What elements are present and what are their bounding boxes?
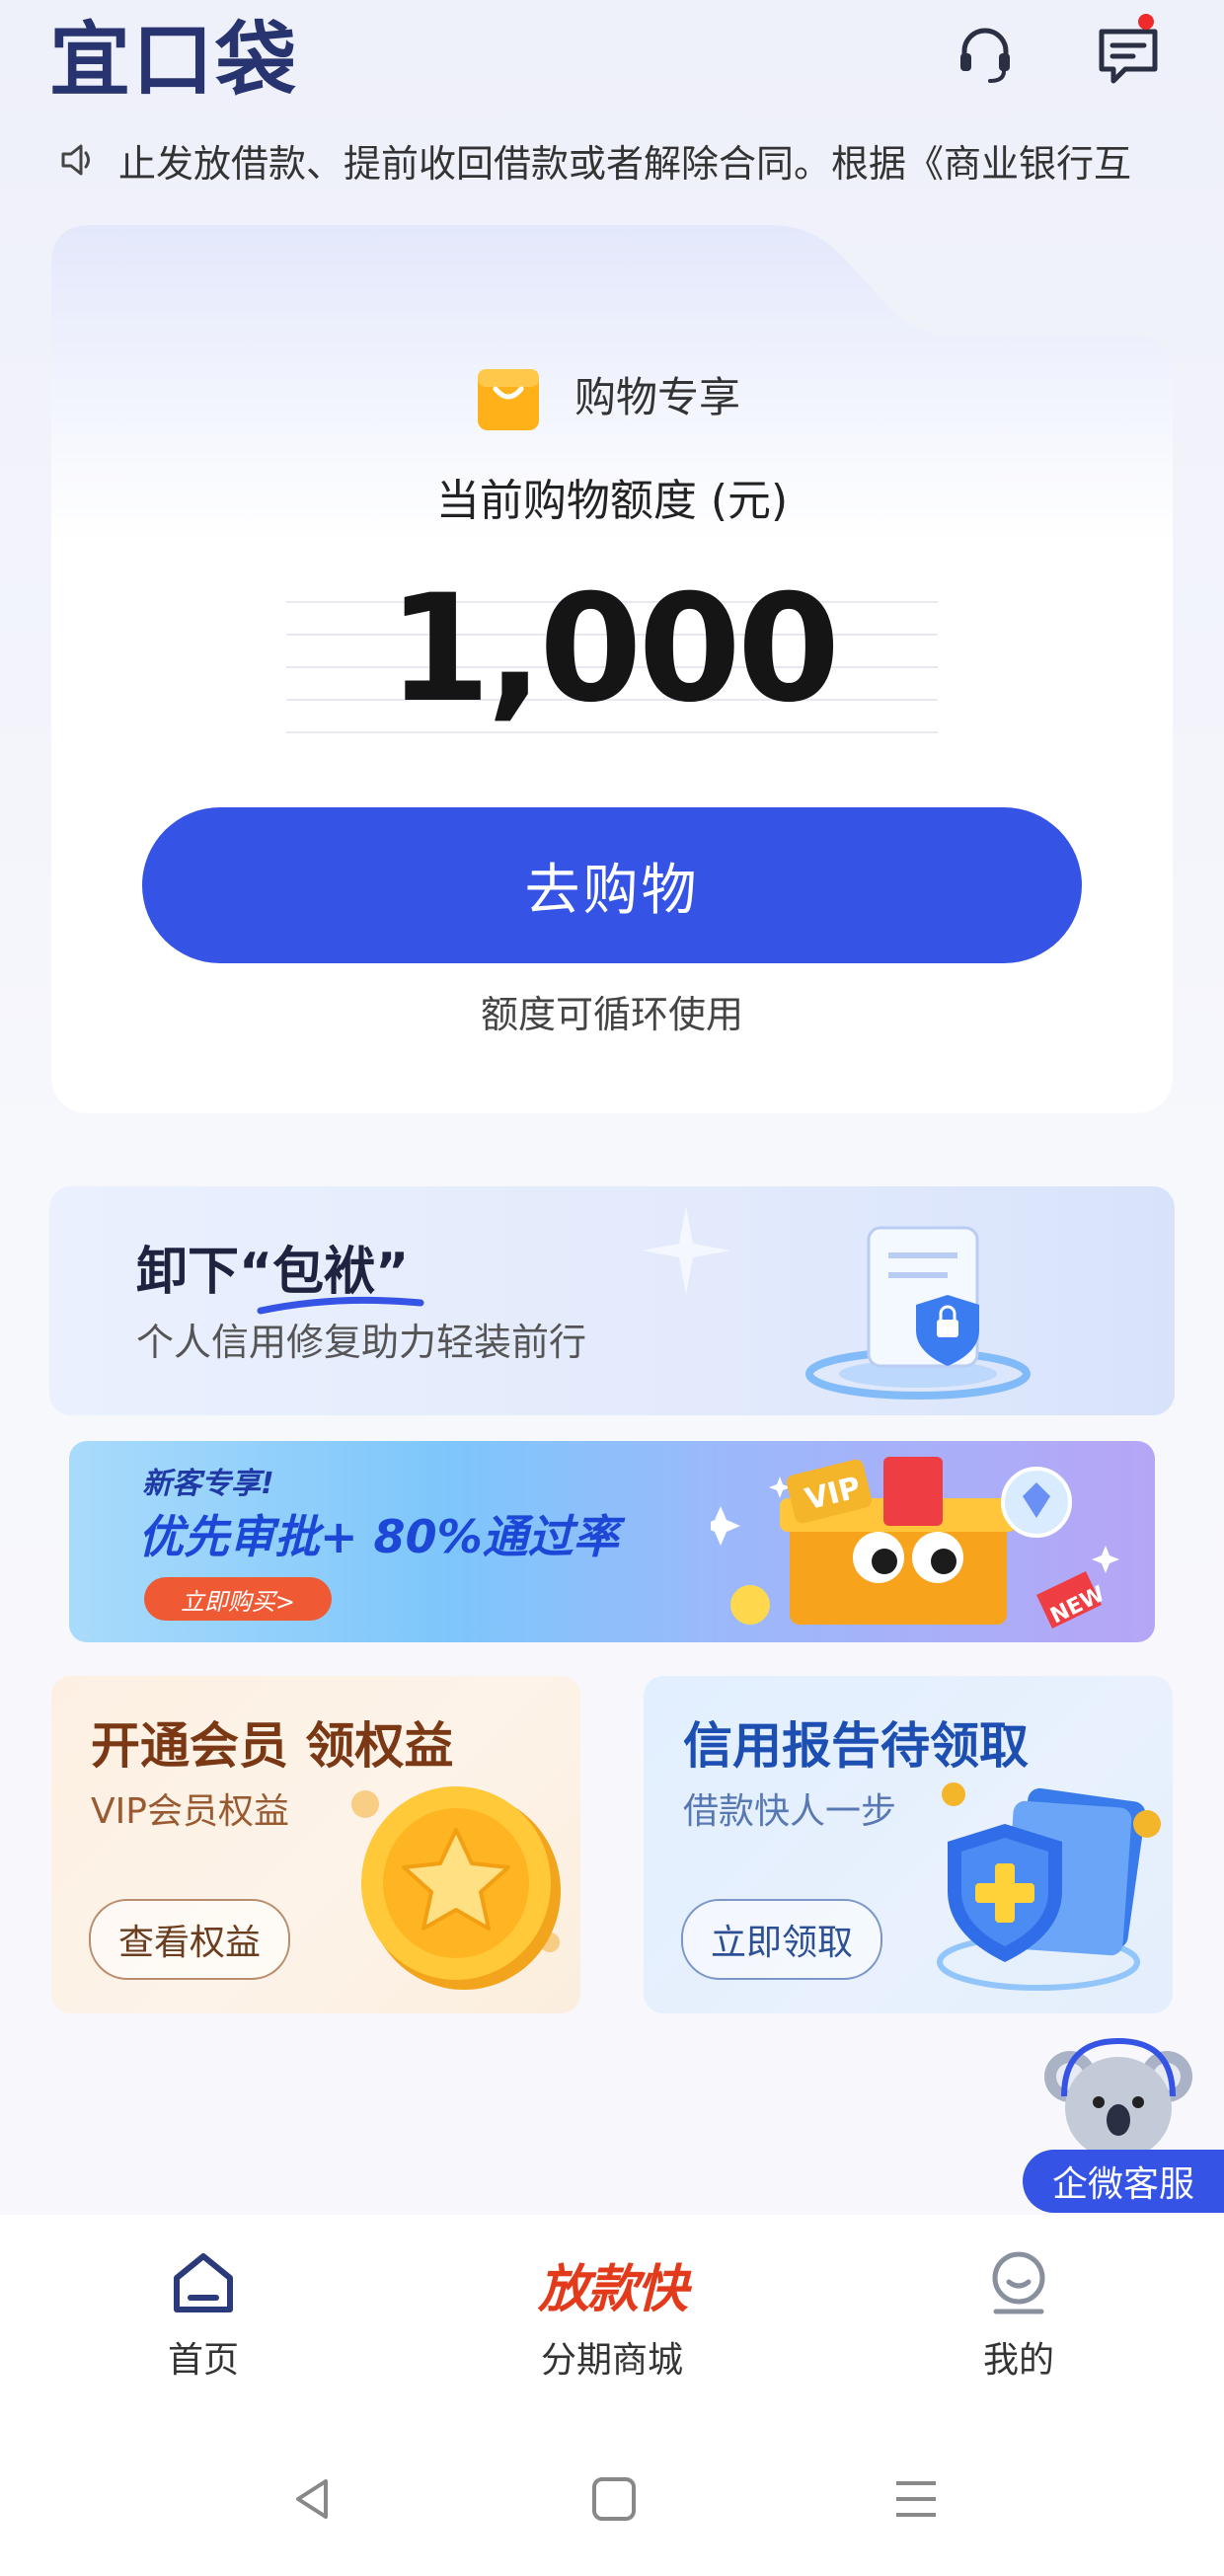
back-icon[interactable] — [282, 2469, 342, 2529]
home-icon — [174, 2253, 233, 2312]
vip-membership-card[interactable]: 开通会员 领权益 VIP会员权益 查看权益 — [51, 1676, 580, 2013]
promo-small-text: 新客专享! — [142, 1467, 274, 1501]
shopping-bag-icon — [478, 369, 539, 430]
promo-headline: 优先审批+ 80%通过率 — [138, 1510, 619, 1563]
view-benefits-button[interactable]: 查看权益 — [89, 1899, 290, 1980]
home-square-icon[interactable] — [584, 2469, 644, 2529]
notice-text: 止发放借款、提前收回借款或者解除合同。根据《商业银行互 — [118, 141, 1132, 186]
bottom-nav: 首页 放款快 分期商城 我的 — [0, 2215, 1224, 2412]
headset-icon[interactable] — [953, 22, 1018, 87]
credit-label: 当前购物额度 (元) — [435, 476, 789, 526]
menu-icon[interactable] — [886, 2469, 946, 2529]
credit-repair-banner[interactable]: 卸下“包袱” 个人信用修复助力轻装前行 — [49, 1186, 1175, 1415]
vip-subtitle: VIP会员权益 — [91, 1791, 289, 1832]
promo-buy-button[interactable]: 立即购买> — [144, 1577, 332, 1621]
fast-loan-badge: 放款快 — [537, 2260, 688, 2319]
nav-label-home: 首页 — [167, 2340, 239, 2381]
document-shield-icon — [805, 1226, 1031, 1400]
credit-amount: 1,000 — [387, 564, 840, 735]
star-coin-icon — [351, 1786, 561, 1990]
credit-card: 购物专享 当前购物额度 (元) 1,000 去购物 额度可循环使用 — [51, 225, 1173, 1113]
speaker-icon — [61, 144, 90, 176]
report-subtitle: 借款快人一步 — [683, 1791, 897, 1832]
go-shopping-button[interactable]: 去购物 — [142, 807, 1082, 963]
credit-note: 额度可循环使用 — [480, 993, 743, 1036]
shop-tag-label: 购物专享 — [574, 373, 741, 421]
system-nav-bar — [0, 2412, 1224, 2576]
nav-item-me[interactable]: 我的 — [871, 2215, 1167, 2412]
message-icon[interactable] — [1096, 22, 1161, 87]
unread-dot — [1138, 14, 1154, 30]
shield-report-icon — [937, 1782, 1161, 1991]
nav-item-home[interactable]: 首页 — [55, 2215, 351, 2412]
nav-item-mall[interactable]: 放款快 分期商城 — [464, 2215, 760, 2412]
credit-report-card[interactable]: 信用报告待领取 借款快人一步 立即领取 — [644, 1676, 1173, 2013]
underline-swoosh — [257, 1296, 424, 1315]
gift-box-mascot-icon: VIP NEW — [711, 1457, 1119, 1629]
wecom-service-button[interactable]: 企微客服 — [1023, 2150, 1224, 2213]
nav-label-mall: 分期商城 — [540, 2340, 683, 2381]
app-logo: 宜口袋 — [49, 14, 299, 108]
promo-banner[interactable]: 新客专享! 优先审批+ 80%通过率 立即购买> VIP NEW — [69, 1441, 1155, 1642]
banner-subtitle: 个人信用修复助力轻装前行 — [136, 1321, 587, 1364]
profile-icon — [992, 2251, 1045, 2314]
claim-report-button[interactable]: 立即领取 — [681, 1899, 882, 1980]
nav-label-me: 我的 — [982, 2340, 1054, 2381]
notice-bar[interactable]: 止发放借款、提前收回借款或者解除合同。根据《商业银行互 — [57, 128, 1173, 191]
